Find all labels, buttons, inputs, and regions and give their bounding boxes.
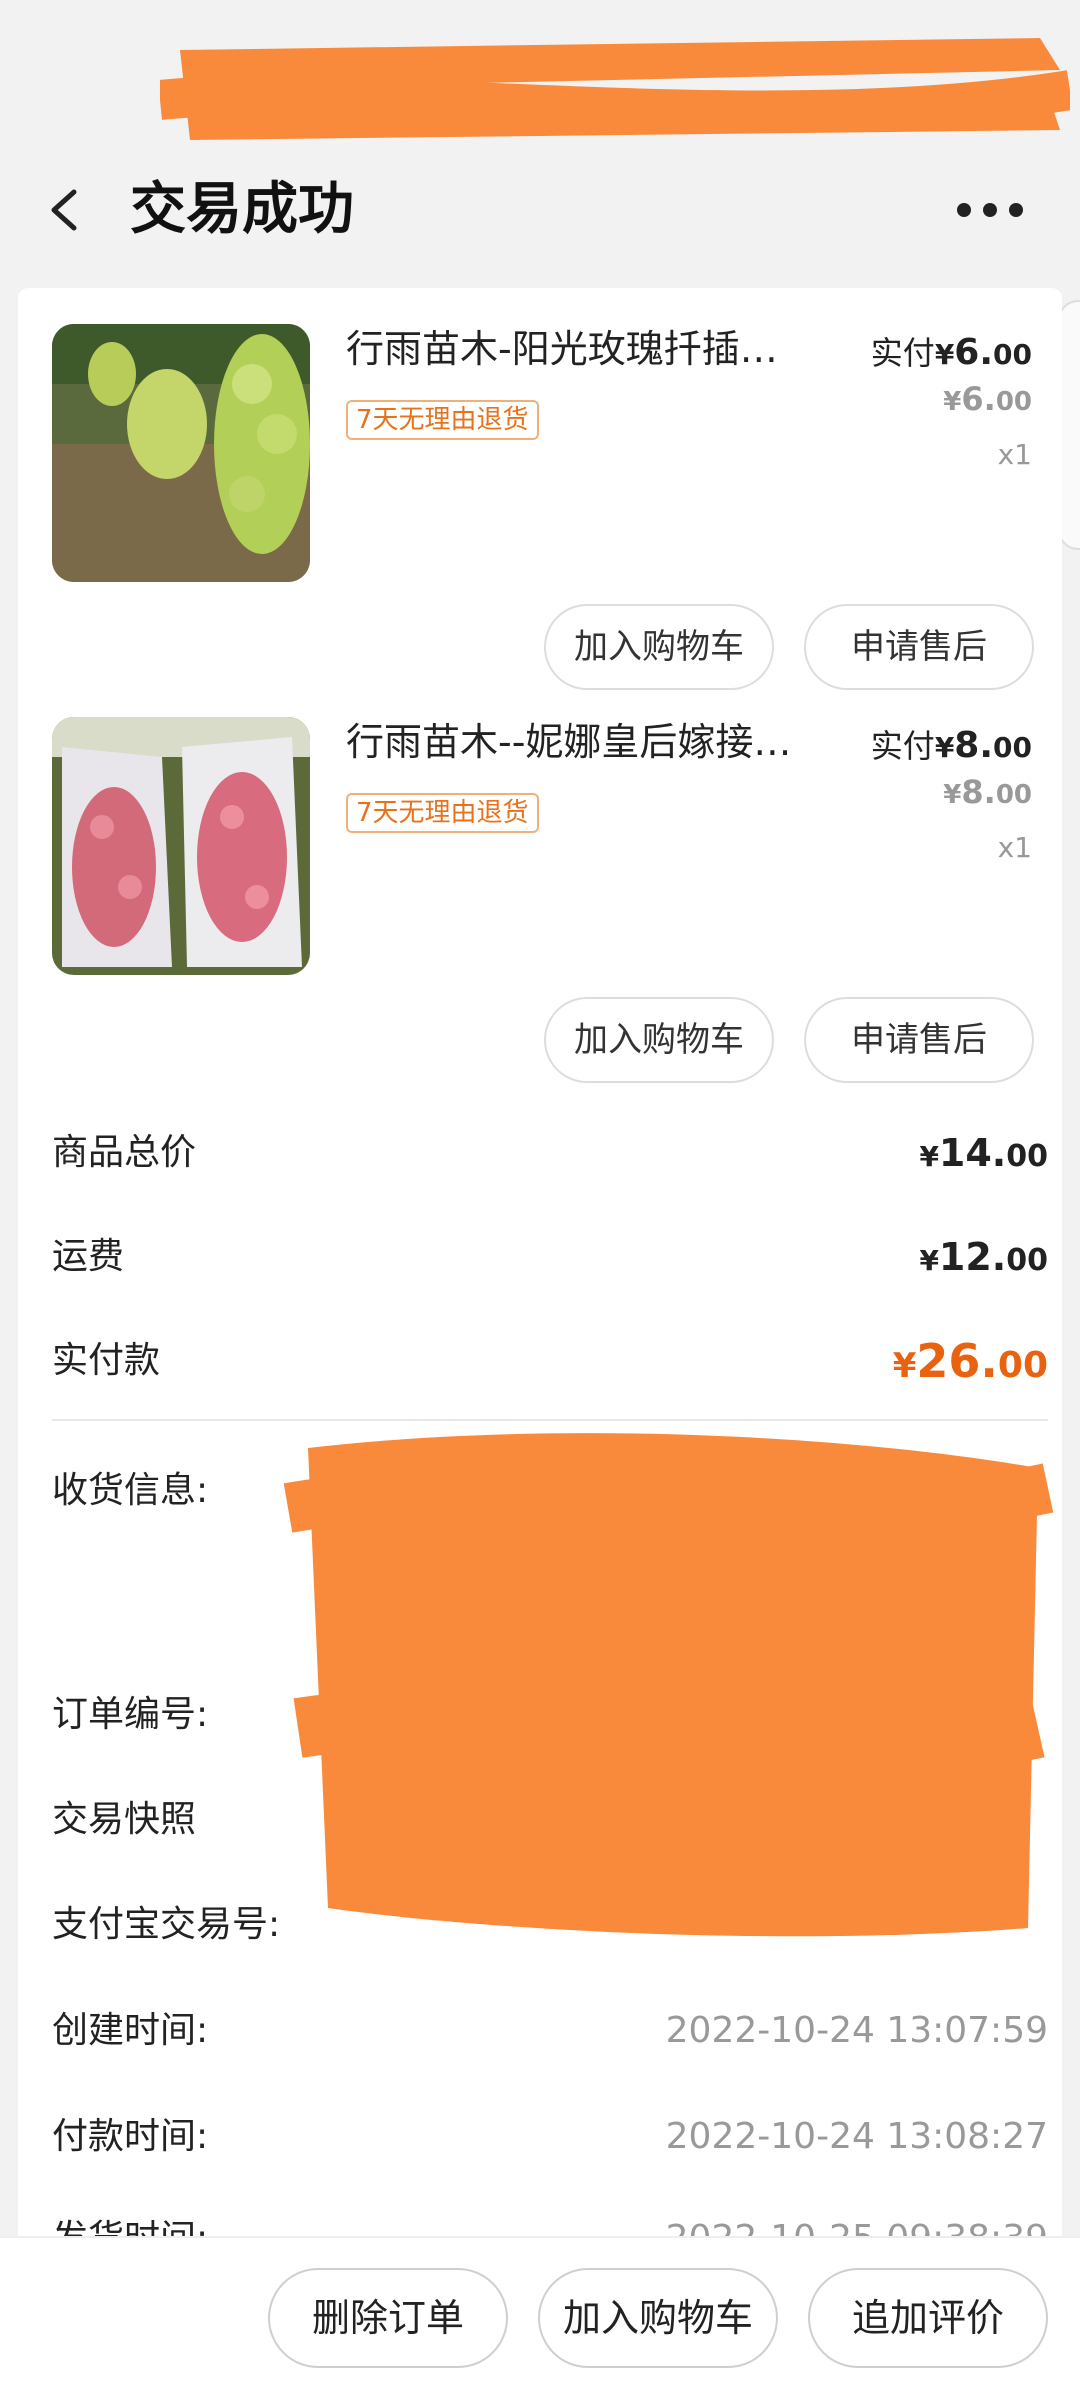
created-time-row: 创建时间: 2022-10-24 13:07:59 — [52, 1996, 1048, 2066]
divider — [52, 1419, 1048, 1421]
transaction-snapshot-label: 交易快照 — [52, 1799, 197, 1840]
paid-price: 实付¥8.00 — [871, 721, 1032, 767]
return-policy-badge: 7天无理由退货 — [346, 400, 539, 440]
currency-symbol: ¥ — [943, 780, 962, 810]
paid-price-prefix: 实付 — [870, 727, 935, 765]
quantity: x1 — [997, 438, 1032, 471]
original-price-integer: 8. — [961, 773, 996, 811]
shipping-fee-label: 运费 — [52, 1236, 125, 1277]
created-time-label: 创建时间: — [52, 2010, 209, 2051]
product-thumbnail-grapes-red[interactable] — [52, 717, 310, 975]
top-bar: 交易成功 — [0, 150, 1080, 270]
after-sales-button[interactable]: 申请售后 — [804, 604, 1034, 690]
amount-paid-integer: 26. — [916, 1334, 998, 1388]
currency-symbol: ¥ — [943, 387, 962, 417]
original-price-decimal: 00 — [995, 387, 1032, 417]
product-title[interactable]: 行雨苗木--妮娜皇后嫁接… — [346, 717, 846, 767]
order-number-label: 订单编号: — [52, 1694, 209, 1735]
product-title[interactable]: 行雨苗木-阳光玫瑰扦插… — [346, 324, 846, 374]
paid-price-decimal: 00 — [993, 731, 1032, 764]
payment-time-label: 付款时间: — [52, 2116, 209, 2157]
quantity: x1 — [997, 831, 1032, 864]
currency-symbol: ¥ — [892, 1346, 917, 1386]
amount-paid-row: 实付款 ¥26.00 — [52, 1326, 1048, 1396]
redaction-scribble — [283, 1433, 1054, 1937]
currency-symbol: ¥ — [934, 731, 955, 764]
product-item[interactable]: 行雨苗木-阳光玫瑰扦插… 7天无理由退货 实付¥6.00 ¥6.00 x1 加入… — [18, 288, 1062, 690]
paid-price: 实付¥6.00 — [871, 328, 1032, 374]
paid-price-integer: 8. — [954, 725, 994, 766]
add-to-cart-button[interactable]: 加入购物车 — [544, 997, 774, 1083]
bottom-action-bar: 删除订单 加入购物车 追加评价 — [0, 2236, 1080, 2400]
original-price-decimal: 00 — [995, 780, 1032, 810]
currency-symbol: ¥ — [919, 1140, 939, 1173]
alipay-transaction-label: 支付宝交易号: — [52, 1904, 281, 1945]
payment-time-value: 2022-10-24 13:08:27 — [665, 2116, 1048, 2157]
original-price-integer: 6. — [961, 380, 996, 418]
add-to-cart-button[interactable]: 加入购物车 — [544, 604, 774, 690]
after-sales-button[interactable]: 申请售后 — [804, 997, 1034, 1083]
goods-total-decimal: 00 — [1006, 1139, 1048, 1174]
original-price: ¥6.00 — [943, 380, 1032, 418]
goods-total-value: ¥14.00 — [919, 1118, 1048, 1192]
page-title: 交易成功 — [130, 177, 354, 242]
original-price: ¥8.00 — [943, 773, 1032, 811]
payment-time-row: 付款时间: 2022-10-24 13:08:27 — [52, 2102, 1048, 2172]
more-options-icon[interactable] — [950, 180, 1030, 240]
created-time-value: 2022-10-24 13:07:59 — [665, 2010, 1048, 2051]
currency-symbol: ¥ — [919, 1244, 939, 1277]
shipping-fee-decimal: 00 — [1006, 1243, 1048, 1278]
amount-paid-decimal: 00 — [997, 1345, 1048, 1386]
add-to-cart-button[interactable]: 加入购物车 — [538, 2268, 778, 2368]
back-arrow-icon[interactable] — [40, 180, 90, 240]
add-review-button[interactable]: 追加评价 — [808, 2268, 1048, 2368]
goods-total-row: 商品总价 ¥14.00 — [52, 1118, 1048, 1188]
amount-paid-label: 实付款 — [52, 1340, 161, 1381]
goods-total-label: 商品总价 — [52, 1132, 197, 1173]
shipping-fee-integer: 12. — [938, 1235, 1007, 1279]
paid-price-integer: 6. — [954, 332, 994, 373]
amount-paid-value: ¥26.00 — [893, 1326, 1048, 1401]
product-item[interactable]: 行雨苗木--妮娜皇后嫁接… 7天无理由退货 实付¥8.00 ¥8.00 x1 加… — [18, 681, 1062, 1083]
order-detail-card: 行雨苗木-阳光玫瑰扦插… 7天无理由退货 实付¥6.00 ¥6.00 x1 加入… — [18, 288, 1062, 2248]
shipping-fee-value: ¥12.00 — [919, 1222, 1048, 1296]
goods-total-integer: 14. — [938, 1131, 1007, 1175]
currency-symbol: ¥ — [934, 338, 955, 371]
shipping-fee-row: 运费 ¥12.00 — [52, 1222, 1048, 1292]
delete-order-button[interactable]: 删除订单 — [268, 2268, 508, 2368]
redaction-scribble — [160, 38, 1070, 140]
paid-price-prefix: 实付 — [870, 334, 935, 372]
product-thumbnail-grapes-green[interactable] — [52, 324, 310, 582]
shipping-info-label: 收货信息: — [52, 1470, 209, 1511]
return-policy-badge: 7天无理由退货 — [346, 793, 539, 833]
paid-price-decimal: 00 — [993, 338, 1032, 371]
